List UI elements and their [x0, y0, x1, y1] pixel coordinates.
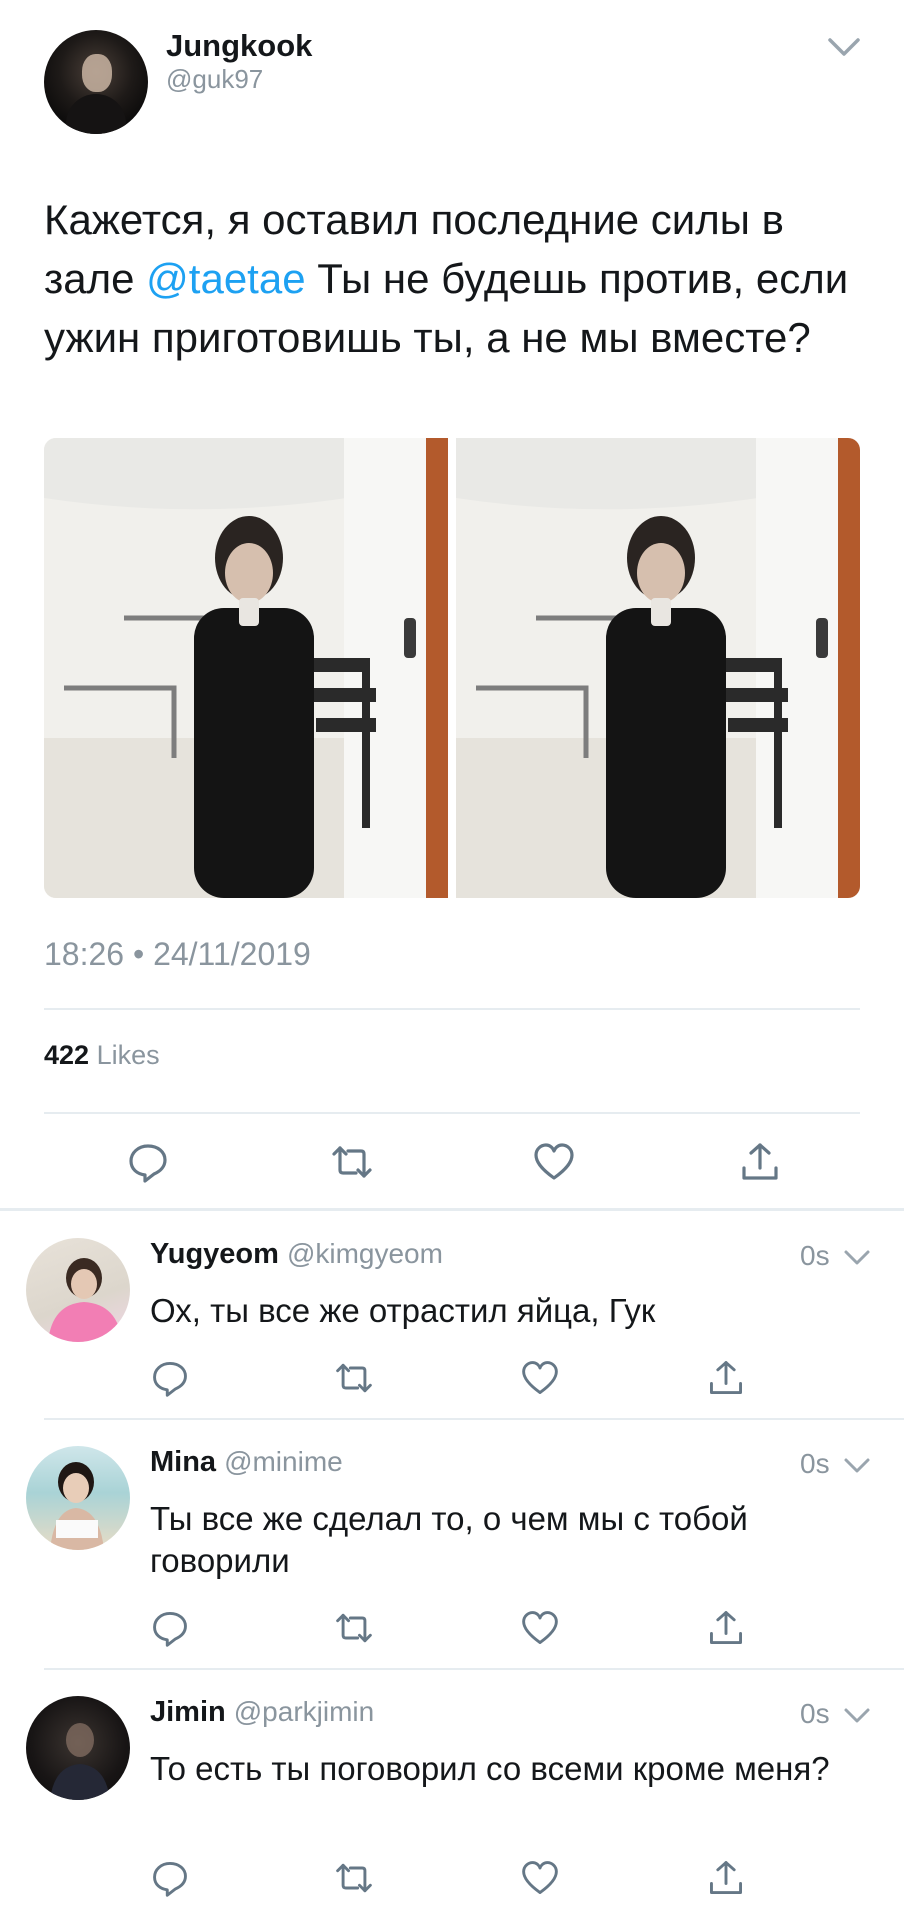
chevron-down-icon[interactable]	[842, 1246, 872, 1270]
mention-link[interactable]: @taetae	[146, 255, 305, 302]
reply-text: Ох, ты все же отрастил яйца, Гук	[150, 1292, 656, 1329]
reply-time: 0s	[800, 1240, 830, 1271]
reply-handle[interactable]: @kimgyeom	[287, 1238, 443, 1269]
tweet-text: Кажется, я оставил последние силы в зале…	[44, 196, 849, 361]
heart-icon[interactable]	[520, 1608, 560, 1648]
author-handle[interactable]: @guk97	[166, 64, 263, 95]
chevron-down-icon[interactable]	[842, 1454, 872, 1478]
share-icon[interactable]	[706, 1358, 746, 1398]
share-icon[interactable]	[706, 1608, 746, 1648]
share-icon[interactable]	[706, 1858, 746, 1898]
tweet-timestamp: 18:26 • 24/11/2019	[44, 936, 311, 972]
reply-avatar[interactable]	[26, 1696, 130, 1800]
author-avatar[interactable]	[44, 30, 148, 134]
reply-icon[interactable]	[150, 1858, 190, 1898]
retweet-icon[interactable]	[330, 1140, 374, 1184]
likes-count[interactable]: 422 Likes	[44, 1040, 160, 1071]
reply-author[interactable]: Mina @minime	[150, 1446, 343, 1479]
reply-author[interactable]: Yugyeom @kimgyeom	[150, 1238, 443, 1271]
retweet-icon[interactable]	[334, 1858, 374, 1898]
chevron-down-icon[interactable]	[826, 32, 862, 62]
retweet-icon[interactable]	[334, 1358, 374, 1398]
chevron-down-icon[interactable]	[842, 1704, 872, 1728]
heart-icon[interactable]	[532, 1140, 576, 1184]
divider	[0, 1208, 904, 1211]
divider	[44, 1008, 860, 1010]
reply-text: То есть ты поговорил со всеми кроме меня…	[150, 1750, 830, 1787]
reply-time: 0s	[800, 1698, 830, 1729]
heart-icon[interactable]	[520, 1858, 560, 1898]
reply-handle[interactable]: @minime	[224, 1446, 343, 1477]
reply-time: 0s	[800, 1448, 830, 1479]
reply-icon[interactable]	[126, 1140, 170, 1184]
reply-author[interactable]: Jimin @parkjimin	[150, 1696, 374, 1729]
reply-icon[interactable]	[150, 1358, 190, 1398]
retweet-icon[interactable]	[334, 1608, 374, 1648]
reply-avatar[interactable]	[26, 1446, 130, 1550]
tweet-photo[interactable]	[456, 438, 860, 898]
divider	[44, 1418, 904, 1420]
reply-text: Ты все же сделал то, о чем мы с тобой го…	[150, 1500, 748, 1579]
divider	[44, 1112, 860, 1114]
share-icon[interactable]	[738, 1140, 782, 1184]
divider	[44, 1668, 904, 1670]
tweet-photo[interactable]	[44, 438, 448, 898]
author-name[interactable]: Jungkook	[166, 28, 312, 64]
heart-icon[interactable]	[520, 1358, 560, 1398]
reply-handle[interactable]: @parkjimin	[234, 1696, 374, 1727]
reply-icon[interactable]	[150, 1608, 190, 1648]
reply-avatar[interactable]	[26, 1238, 130, 1342]
